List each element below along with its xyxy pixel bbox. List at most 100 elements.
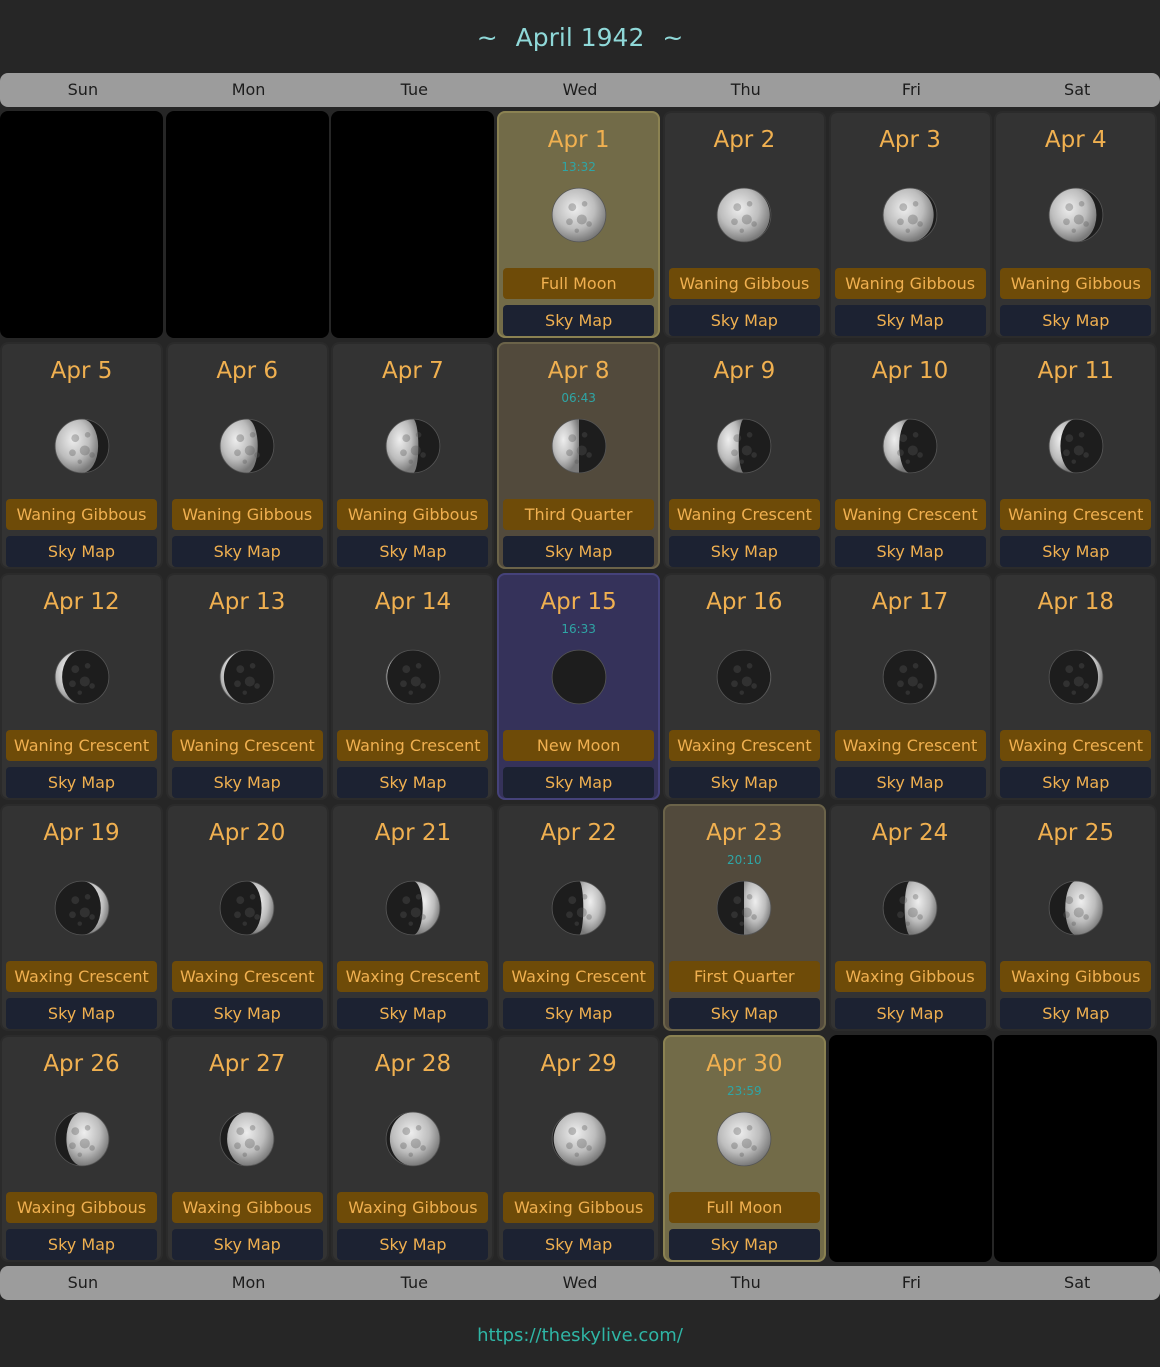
sky-map-button[interactable]: Sky Map — [337, 998, 489, 1029]
day-cell: Apr 2 Waning Gibbous Sky Map — [662, 111, 826, 338]
moon-phase-icon — [551, 418, 606, 474]
moon-phase-icon — [54, 1111, 109, 1167]
day-date: Apr 6 — [216, 358, 279, 384]
moon-phase-icon — [551, 880, 606, 936]
phase-badge: Full Moon — [503, 268, 655, 299]
day-date: Apr 26 — [43, 1051, 120, 1077]
sky-map-button[interactable]: Sky Map — [834, 998, 986, 1029]
moon-phase-icon — [219, 1111, 275, 1167]
day-date: Apr 30 — [706, 1051, 783, 1077]
weekday-sun: Sun — [67, 1273, 99, 1292]
phase-time: 23:59 — [727, 1084, 762, 1098]
sky-map-button[interactable]: Sky Map — [1000, 998, 1152, 1029]
weekday-header-top: Sun Mon Tue Wed Thu Fri Sat — [0, 73, 1160, 107]
sky-map-button[interactable]: Sky Map — [834, 767, 986, 798]
source-link[interactable]: https://theskylive.com/ — [0, 1322, 1160, 1350]
day-date: Apr 4 — [1044, 127, 1107, 153]
phase-time: 16:33 — [561, 622, 596, 636]
sky-map-button[interactable]: Sky Map — [6, 1229, 157, 1260]
day-date: Apr 13 — [209, 589, 286, 615]
empty-day-cell — [994, 1035, 1158, 1262]
day-cell: Apr 3 Waning Gibbous Sky Map — [828, 111, 992, 338]
phase-badge: Waning Crescent — [6, 730, 157, 761]
weekday-sat: Sat — [1064, 1273, 1091, 1292]
phase-time: 13:32 — [561, 160, 596, 174]
day-cell: Apr 8 06:43 Third Quarter Sky Map — [497, 342, 661, 569]
day-date: Apr 9 — [713, 358, 776, 384]
moon-phase-icon — [882, 880, 938, 936]
day-date: Apr 29 — [540, 1051, 617, 1077]
phase-time: 06:43 — [561, 391, 596, 405]
sky-map-button[interactable]: Sky Map — [668, 998, 820, 1029]
sky-map-button[interactable]: Sky Map — [1000, 305, 1152, 336]
weekday-mon: Mon — [231, 80, 266, 99]
sky-map-button[interactable]: Sky Map — [503, 305, 655, 336]
sky-map-button[interactable]: Sky Map — [171, 1229, 323, 1260]
phase-badge: Waxing Crescent — [337, 961, 489, 992]
phase-badge: Waxing Gibbous — [6, 1192, 157, 1223]
phase-badge: First Quarter — [668, 961, 820, 992]
day-date: Apr 2 — [713, 127, 776, 153]
sky-map-button[interactable]: Sky Map — [171, 536, 323, 567]
sky-map-button[interactable]: Sky Map — [668, 536, 820, 567]
sky-map-button[interactable]: Sky Map — [337, 767, 489, 798]
moon-phase-icon — [551, 187, 606, 243]
weekday-tue: Tue — [400, 80, 428, 99]
day-cell: Apr 27 Waxing Gibbous Sky Map — [165, 1035, 329, 1262]
phase-badge: Waxing Crescent — [171, 961, 323, 992]
day-cell: Apr 1 13:32 Full Moon Sky Map — [497, 111, 661, 338]
phase-badge: Waning Gibbous — [6, 499, 157, 530]
day-cell: Apr 23 20:10 First Quarter Sky Map — [662, 804, 826, 1031]
day-cell: Apr 20 Waxing Crescent Sky Map — [165, 804, 329, 1031]
weekday-sat: Sat — [1064, 80, 1091, 99]
day-date: Apr 15 — [540, 589, 617, 615]
day-date: Apr 14 — [374, 589, 452, 615]
day-date: Apr 28 — [374, 1051, 452, 1077]
day-date: Apr 5 — [50, 358, 113, 384]
sky-map-button[interactable]: Sky Map — [171, 998, 323, 1029]
sky-map-button[interactable]: Sky Map — [503, 767, 655, 798]
day-date: Apr 12 — [43, 589, 120, 615]
phase-badge: Waxing Gibbous — [1000, 961, 1152, 992]
phase-badge: Waxing Crescent — [1000, 730, 1152, 761]
day-cell: Apr 13 Waning Crescent Sky Map — [165, 573, 329, 800]
sky-map-button[interactable]: Sky Map — [337, 1229, 489, 1260]
day-cell: Apr 30 23:59 Full Moon Sky Map — [662, 1035, 826, 1262]
sky-map-button[interactable]: Sky Map — [668, 305, 820, 336]
day-cell: Apr 26 Waxing Gibbous Sky Map — [0, 1035, 163, 1262]
sky-map-button[interactable]: Sky Map — [171, 767, 323, 798]
day-cell: Apr 11 Waning Crescent Sky Map — [994, 342, 1158, 569]
sky-map-button[interactable]: Sky Map — [6, 998, 157, 1029]
title-decor-right: ~ — [662, 23, 684, 52]
day-cell: Apr 25 Waxing Gibbous Sky Map — [994, 804, 1158, 1031]
day-cell: Apr 19 Waxing Crescent Sky Map — [0, 804, 163, 1031]
sky-map-button[interactable]: Sky Map — [668, 1229, 820, 1260]
phase-badge: Waxing Crescent — [6, 961, 157, 992]
sky-map-button[interactable]: Sky Map — [1000, 536, 1152, 567]
day-cell: Apr 22 Waxing Crescent Sky Map — [497, 804, 661, 1031]
phase-badge: Waning Crescent — [337, 730, 489, 761]
sky-map-button[interactable]: Sky Map — [503, 998, 655, 1029]
day-date: Apr 23 — [706, 820, 783, 846]
moon-phase-icon — [551, 649, 606, 705]
day-date: Apr 25 — [1037, 820, 1114, 846]
phase-badge: Waxing Crescent — [834, 730, 986, 761]
weekday-header-bottom: Sun Mon Tue Wed Thu Fri Sat — [0, 1266, 1160, 1300]
sky-map-button[interactable]: Sky Map — [503, 536, 655, 567]
phase-badge: Waning Crescent — [1000, 499, 1152, 530]
sky-map-button[interactable]: Sky Map — [668, 767, 820, 798]
day-date: Apr 3 — [879, 127, 941, 153]
sky-map-button[interactable]: Sky Map — [503, 1229, 655, 1260]
moon-phase-icon — [551, 1111, 606, 1167]
sky-map-button[interactable]: Sky Map — [834, 305, 986, 336]
phase-badge: Waxing Gibbous — [834, 961, 986, 992]
sky-map-button[interactable]: Sky Map — [834, 536, 986, 567]
sky-map-button[interactable]: Sky Map — [337, 536, 489, 567]
empty-day-cell — [165, 111, 329, 338]
moon-phase-icon — [882, 649, 938, 705]
sky-map-button[interactable]: Sky Map — [1000, 767, 1152, 798]
sky-map-button[interactable]: Sky Map — [6, 536, 157, 567]
moon-phase-icon — [882, 187, 938, 243]
sky-map-button[interactable]: Sky Map — [6, 767, 157, 798]
day-cell: Apr 28 Waxing Gibbous Sky Map — [331, 1035, 495, 1262]
